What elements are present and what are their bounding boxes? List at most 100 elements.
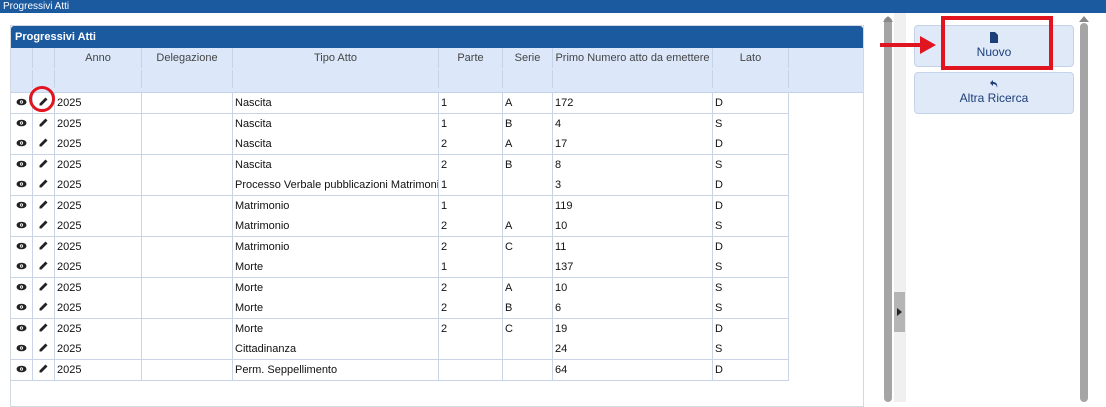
scroll-up-arrow-icon[interactable]: [883, 16, 893, 22]
table-row[interactable]: 2025 Nascita 1 B 4 S: [11, 113, 789, 135]
left-vertical-scrollbar[interactable]: [884, 17, 892, 402]
cell-tipo: Matrimonio: [233, 236, 439, 257]
column-header-8[interactable]: Lato: [713, 48, 789, 68]
view-icon[interactable]: [11, 257, 33, 277]
column-header-0[interactable]: [11, 48, 33, 68]
view-icon[interactable]: [11, 216, 33, 236]
table-row[interactable]: 2025 Morte 2 B 6 S: [11, 298, 789, 319]
column-filter-4[interactable]: [233, 70, 439, 88]
splitter-handle[interactable]: [894, 292, 905, 332]
pencil-icon[interactable]: [39, 339, 48, 359]
eye-icon[interactable]: [16, 319, 27, 339]
view-icon[interactable]: [11, 318, 33, 339]
view-icon[interactable]: [11, 113, 33, 134]
column-filter-3[interactable]: [142, 70, 233, 88]
pencil-icon[interactable]: [39, 134, 48, 154]
table-row[interactable]: 2025 Nascita 2 A 17 D: [11, 134, 789, 155]
column-header-1[interactable]: [33, 48, 55, 68]
view-icon[interactable]: [11, 277, 33, 298]
table-row[interactable]: 2025 Processo Verbale pubblicazioni Matri…: [11, 175, 789, 196]
edit-icon[interactable]: [33, 318, 55, 339]
right-vertical-scrollbar[interactable]: [1080, 23, 1088, 402]
column-filter-6[interactable]: [503, 70, 553, 88]
pencil-icon[interactable]: [39, 196, 48, 216]
edit-icon[interactable]: [33, 236, 55, 257]
eye-icon[interactable]: [16, 175, 27, 195]
cell-anno: 2025: [55, 134, 142, 154]
edit-icon[interactable]: [33, 175, 55, 195]
pencil-icon[interactable]: [39, 257, 48, 277]
column-filter-7[interactable]: [553, 70, 713, 88]
edit-icon[interactable]: [33, 277, 55, 298]
altra-ricerca-button[interactable]: Altra Ricerca: [914, 72, 1074, 114]
eye-icon[interactable]: [16, 237, 27, 257]
edit-icon[interactable]: [33, 359, 55, 380]
edit-icon[interactable]: [33, 134, 55, 154]
cell-tipo: Morte: [233, 277, 439, 298]
view-icon[interactable]: [11, 154, 33, 175]
table-row[interactable]: 2025 Morte 2 A 10 S: [11, 277, 789, 299]
eye-icon[interactable]: [16, 155, 27, 175]
eye-icon[interactable]: [16, 360, 27, 380]
cell-parte: 2: [439, 277, 503, 298]
eye-icon[interactable]: [16, 114, 27, 134]
edit-icon[interactable]: [33, 298, 55, 318]
view-icon[interactable]: [11, 175, 33, 195]
table-row[interactable]: 2025 Cittadinanza 24 S: [11, 339, 789, 360]
column-header-4[interactable]: Tipo Atto: [233, 48, 439, 68]
edit-icon[interactable]: [33, 257, 55, 277]
column-header-7[interactable]: Primo Numero atto da emettere: [553, 48, 713, 68]
view-icon[interactable]: [11, 195, 33, 216]
table-row[interactable]: 2025 Nascita 1 A 172 D: [11, 93, 789, 114]
edit-icon[interactable]: [33, 195, 55, 216]
eye-icon[interactable]: [16, 196, 27, 216]
table-row[interactable]: 2025 Morte 1 137 S: [11, 257, 789, 278]
view-icon[interactable]: [11, 339, 33, 359]
column-header-2[interactable]: Anno: [55, 48, 142, 68]
view-icon[interactable]: [11, 359, 33, 380]
table-row[interactable]: 2025 Matrimonio 2 A 10 S: [11, 216, 789, 237]
pencil-icon[interactable]: [39, 360, 48, 380]
pencil-icon[interactable]: [39, 114, 48, 134]
view-icon[interactable]: [11, 134, 33, 154]
eye-icon[interactable]: [16, 339, 27, 359]
column-header-3[interactable]: Delegazione: [142, 48, 233, 68]
pencil-icon[interactable]: [39, 175, 48, 195]
cell-serie: [503, 359, 553, 380]
cell-delegazione: [142, 257, 233, 277]
column-header-5[interactable]: Parte: [439, 48, 503, 68]
pencil-icon[interactable]: [39, 319, 48, 339]
view-icon[interactable]: [11, 298, 33, 318]
cell-anno: 2025: [55, 318, 142, 339]
panel-splitter[interactable]: [894, 13, 906, 402]
column-filter-8[interactable]: [713, 70, 789, 88]
column-header-6[interactable]: Serie: [503, 48, 553, 68]
eye-icon[interactable]: [16, 298, 27, 318]
column-filter-5[interactable]: [439, 70, 503, 88]
cell-tipo: Morte: [233, 318, 439, 339]
table-row[interactable]: 2025 Matrimonio 2 C 11 D: [11, 236, 789, 258]
eye-icon[interactable]: [16, 216, 27, 236]
edit-icon[interactable]: [33, 113, 55, 134]
edit-icon[interactable]: [33, 216, 55, 236]
table-row[interactable]: 2025 Nascita 2 B 8 S: [11, 154, 789, 176]
table-row[interactable]: 2025 Matrimonio 1 119 D: [11, 195, 789, 217]
scroll-up-arrow-icon[interactable]: [1079, 16, 1089, 22]
table-row[interactable]: 2025 Perm. Seppellimento 64 D: [11, 359, 789, 381]
pencil-icon[interactable]: [39, 237, 48, 257]
eye-icon[interactable]: [16, 278, 27, 298]
column-filter-2[interactable]: [55, 70, 142, 88]
view-icon[interactable]: [11, 236, 33, 257]
pencil-icon[interactable]: [39, 278, 48, 298]
cell-lato: D: [713, 175, 789, 195]
cell-anno: 2025: [55, 216, 142, 236]
pencil-icon[interactable]: [39, 216, 48, 236]
edit-icon[interactable]: [33, 154, 55, 175]
eye-icon[interactable]: [16, 93, 27, 113]
eye-icon[interactable]: [16, 257, 27, 277]
pencil-icon[interactable]: [39, 298, 48, 318]
eye-icon[interactable]: [16, 134, 27, 154]
pencil-icon[interactable]: [39, 155, 48, 175]
edit-icon[interactable]: [33, 339, 55, 359]
table-row[interactable]: 2025 Morte 2 C 19 D: [11, 318, 789, 340]
